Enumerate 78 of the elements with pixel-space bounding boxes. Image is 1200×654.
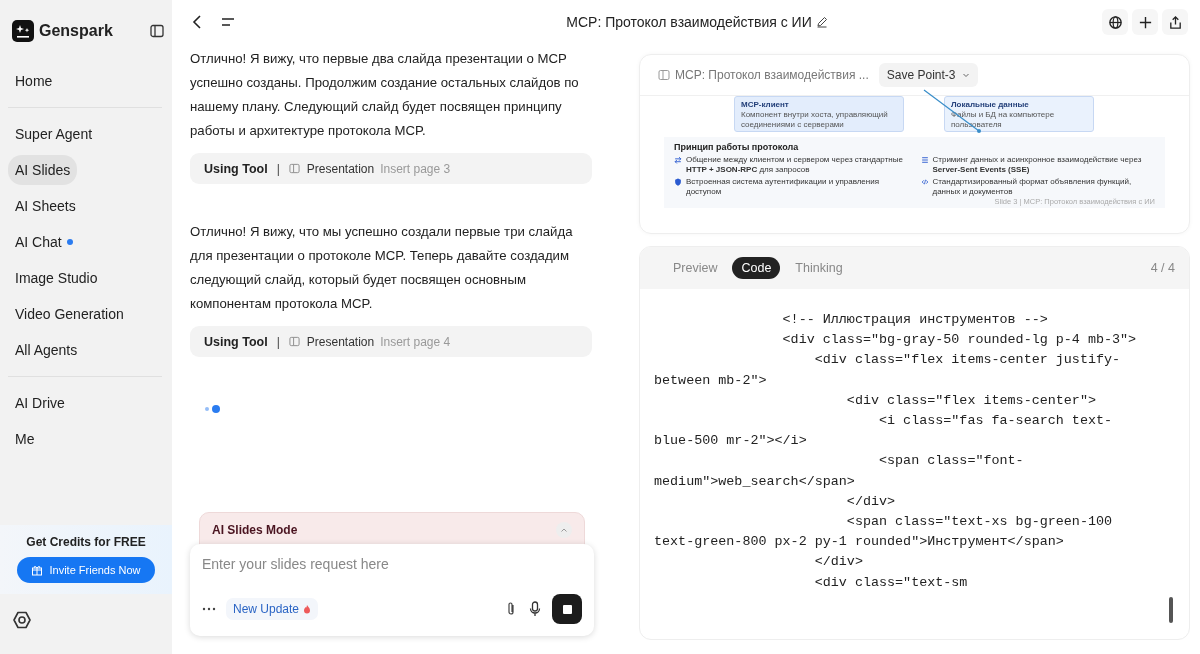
- code-line: <div class="flex items-center">: [845, 391, 1096, 410]
- separator: |: [276, 334, 280, 349]
- nav-item[interactable]: AI Sheets: [8, 191, 83, 221]
- tool-label: Using Tool: [204, 161, 268, 176]
- chevron-up-icon: [560, 526, 568, 534]
- point-text: Стриминг данных и асинхронное взаимодействие через Server-Sent Events (SSE): [932, 155, 1143, 175]
- page-title: MCP: Протокол взаимодействия с ИИ: [566, 14, 812, 30]
- point-text: Стандартизированный формат объявления функций, данных и документов: [932, 177, 1133, 197]
- nav-item[interactable]: Home: [8, 66, 60, 96]
- gift-icon: [31, 564, 44, 576]
- chevron-down-icon: [961, 71, 970, 79]
- tab[interactable]: Code: [732, 257, 781, 279]
- plus-button[interactable]: [1132, 9, 1158, 35]
- nav-item[interactable]: AI Drive: [8, 388, 72, 418]
- globe-button[interactable]: [1102, 9, 1128, 35]
- plus-icon: [1137, 14, 1153, 30]
- code-line: <span class="text-xs bg-green-100: [845, 513, 1113, 532]
- book-icon: [658, 69, 670, 81]
- message-text: Отлично! Я вижу, что мы успешно создали первые три слайда для презентации о протоколе MCP. Теперь давайте создадим следующий слайд, который будет посвящен основным компонентам протокола MCP.: [190, 223, 574, 313]
- share-button[interactable]: [1162, 9, 1188, 35]
- scrollbar[interactable]: [1169, 597, 1173, 623]
- book-icon: [288, 336, 300, 347]
- nav-item[interactable]: AI Chat: [8, 227, 80, 257]
- point-text: Общение между клиентом и сервером через стандартные HTTP + JSON-RPC для запросов: [686, 155, 904, 175]
- logo-icon[interactable]: [12, 20, 34, 42]
- pencil-icon[interactable]: [815, 16, 828, 28]
- nav-item[interactable]: All Agents: [8, 335, 85, 365]
- book-icon: [288, 163, 300, 174]
- arrows-icon: [674, 156, 682, 164]
- nav-item[interactable]: Image Studio: [8, 263, 105, 293]
- nav-item[interactable]: AI Slides: [8, 155, 78, 185]
- section-title: Принцип работы протокола: [674, 142, 800, 152]
- promo-title: Get Credits for FREE: [26, 535, 146, 549]
- globe-icon: [1107, 14, 1123, 30]
- code-line: </div>: [845, 492, 896, 511]
- card-title: MCP-клиент: [741, 100, 790, 109]
- separator: |: [276, 161, 280, 176]
- code-line: <div class="text-sm: [813, 573, 968, 592]
- code-line: text-green-800 px-2 py-1 rounded">Инструмент</span>: [654, 533, 1064, 552]
- update-badge[interactable]: New Update: [226, 598, 319, 620]
- point-text: Встроенная система аутентификации и управления доступом: [686, 177, 881, 197]
- tool-name: Presentation: [306, 161, 375, 176]
- more-icon[interactable]: [202, 607, 216, 611]
- shield-icon: [674, 178, 682, 186]
- tool-detail: Insert page 4: [380, 334, 451, 349]
- message-text: Отлично! Я вижу, что первые два слайда презентации о MCP успешно созданы. Продолжим создание остальных слайдов по нашему плану. Следующий слайд будет посвящен принципу работы и архитектуре протокола MCP.: [190, 50, 580, 140]
- flame-icon: [303, 604, 312, 614]
- lines-icon: [920, 156, 929, 164]
- tool-label: Using Tool: [204, 334, 268, 349]
- microphone-icon[interactable]: [528, 601, 542, 617]
- code-line: <div class="flex items-center justify-: [813, 351, 1121, 370]
- nav-item[interactable]: Me: [8, 424, 42, 454]
- code-line: blue-500 mr-2"></i>: [654, 432, 807, 451]
- code-line: between mb-2">: [654, 371, 767, 390]
- stop-icon: [562, 604, 572, 614]
- invite-button[interactable]: Invite Friends Now: [17, 557, 155, 583]
- code-line: <i class="fas fa-search text-: [878, 412, 1113, 430]
- share-icon: [1167, 14, 1183, 30]
- code-line: <div class="bg-gray-50 rounded-lg p-4 mb-3">: [781, 331, 1137, 350]
- nav-item[interactable]: Super Agent: [8, 119, 100, 149]
- nav-item[interactable]: Video Generation: [8, 299, 131, 329]
- code-line: <!-- Иллюстрация инструментов -->: [781, 311, 1048, 329]
- stop-button[interactable]: [552, 594, 582, 624]
- mode-label: AI Slides Mode: [212, 523, 298, 537]
- code-icon: [920, 178, 929, 186]
- tool-name: Presentation: [306, 334, 375, 349]
- sidebar-toggle-icon[interactable]: [150, 24, 164, 38]
- code-line: </div>: [813, 553, 863, 572]
- tool-detail: Insert page 3: [380, 161, 451, 176]
- code-line: medium">web_search</span>: [654, 472, 855, 491]
- preview-title: MCP: Протокол взаимодействия ...: [675, 68, 869, 82]
- page-counter: 4 / 4: [1150, 261, 1175, 275]
- code-line: <span class="font-: [878, 452, 1024, 471]
- card-title: Локальные данные: [951, 100, 1030, 109]
- save-point-dropdown[interactable]: Save Point-3: [878, 63, 978, 87]
- settings-icon[interactable]: [12, 610, 32, 630]
- brand-name: Genspark: [39, 22, 114, 40]
- card-text: Компонент внутри хоста, управляющий соединениями с серверами: [741, 110, 889, 130]
